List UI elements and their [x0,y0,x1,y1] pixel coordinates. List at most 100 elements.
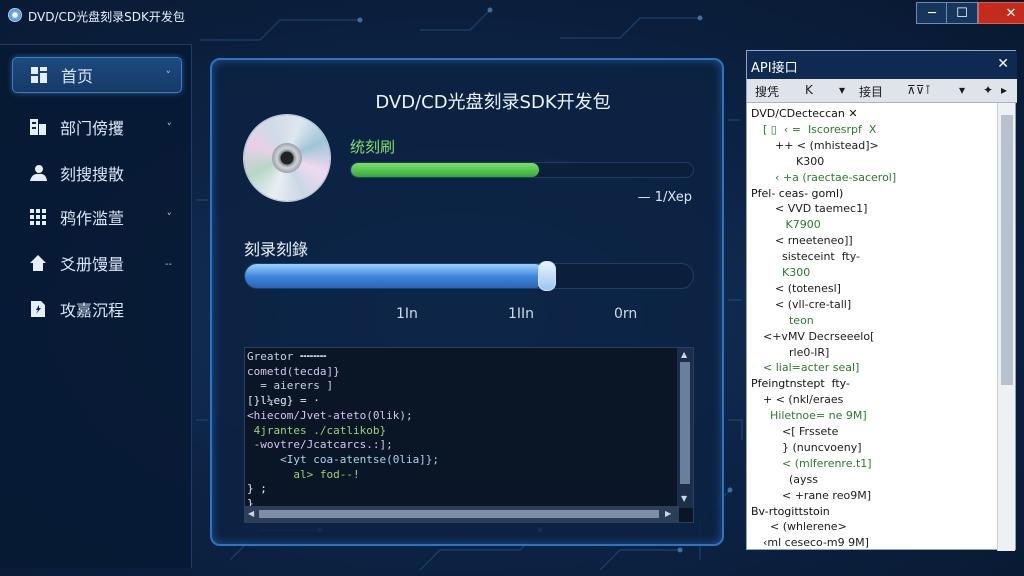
speed-text: — 1/Xep [637,190,692,205]
scroll-left-icon[interactable]: ◀ [248,509,254,518]
disc-icon [244,115,330,201]
tree-node[interactable]: teon [775,314,814,327]
home-icon [28,253,48,273]
document-icon [28,299,48,319]
scroll-right-icon[interactable]: ▶ [665,509,671,518]
scrollbar-thumb[interactable] [259,510,659,518]
tree-node[interactable]: } (nuncvoeny] [775,441,862,454]
api-tree[interactable]: DVD/CDecteccan ✕ [ ▯ ‹ = Iscoresrpf X ++ <… [747,103,999,551]
sidebar-item-search[interactable]: 刻搜搜散 [12,155,182,191]
api-panel-title: API接口 [751,61,798,76]
code-line: } ; [247,482,267,496]
burn-progress-fill [351,163,540,177]
code-line: = aierers ] [247,379,334,393]
tree-node[interactable]: < rneeteneo]] [775,234,853,247]
tree-node[interactable]: Pfeingtnstept fty- [751,377,850,390]
sidebar-item-label: 刻搜搜散 [60,165,125,184]
api-scrollbar[interactable] [997,103,1015,551]
sidebar-item-label: 爻册馒量 [60,255,125,274]
api-toolbar: 搜凭 K ▾ 接目 ⊼⊽⊺ ▾ ✦ ▸ [747,79,1017,103]
tree-node[interactable]: <+vMV Decrseeelo[ [763,330,874,343]
code-line: <Iyt coa-atentse(0lia]}; [247,452,440,466]
window-title: DVD/CD光盘刻录SDK开发包 [28,10,185,24]
code-editor[interactable]: Greator ╍╍╍╍ cometd(tecda]} = aierers ][}… [244,347,694,523]
record-label: 刻录刻錄 [244,240,309,259]
users-icon [28,163,48,183]
tree-node[interactable]: K7900 [775,218,820,231]
tree-node[interactable]: < (whlerene> [763,520,847,533]
chevron-down-icon: ˅ [166,210,173,224]
sidebar-item-records[interactable]: 爻册馒量 ˗˗ [12,245,182,281]
code-line: 4jrantes ./catlikob} [247,423,387,437]
tree-node[interactable]: sisteceint fty- [775,250,860,263]
tree-node[interactable]: < +rane reo9M] [775,489,871,502]
tree-node[interactable]: < (totenesl] [775,282,841,295]
pin-icon[interactable]: ✦ [983,83,993,97]
maximize-button[interactable]: ☐ [946,2,978,24]
api-panel-header: API接口 ✕ [747,51,1017,79]
api-panel-close-button[interactable]: ✕ [997,56,1009,72]
panel-title: DVD/CD光盘刻录SDK开发包 [375,92,611,113]
sidebar-item-home[interactable]: 首页 ˅ [12,57,182,93]
tree-node[interactable]: < (mlferenre.t1] [775,457,872,470]
horizontal-scrollbar[interactable]: ◀ ▶ [245,506,679,522]
close-button[interactable]: ✕ [978,2,1024,24]
slider-tick: 1IIn [508,306,535,322]
code-lines: Greator ╍╍╍╍ cometd(tecda]} = aierers ][}… [245,348,679,510]
tree-node[interactable]: K300 [775,155,824,168]
toolbar-glyphs[interactable]: ⊼⊽⊺ [907,83,931,97]
tree-node[interactable]: + < (nkl/eraes [763,393,843,406]
tree-node[interactable]: ++ < (mhistead]> [775,139,879,152]
scroll-down-icon[interactable]: ▼ [681,494,687,503]
sidebar-item-department[interactable]: 部门傍攫 ˅ [12,109,182,145]
tree-node[interactable]: < VVD taemec1] [775,202,867,215]
tree-node[interactable]: DVD/CDecteccan ✕ [751,107,858,120]
vertical-scrollbar[interactable]: ▲ ▼ [677,348,693,508]
tree-node[interactable]: <[ Frssete [775,425,838,438]
scrollbar-thumb[interactable] [680,362,690,484]
tree-node[interactable]: < (vll-cre-tall] [775,298,851,311]
tree-node[interactable]: (ayss [775,473,818,486]
minimize-button[interactable]: ─ [916,2,948,24]
code-line: <hiecom/Jvet-ateto(0lik); [247,408,413,422]
scrollbar-thumb[interactable] [1001,115,1013,385]
folder-icon [28,117,48,137]
search-button[interactable]: 搜凭 [755,83,779,100]
sidebar-item-operations[interactable]: 鸦作滥萱 ˅ [12,199,182,235]
tree-node[interactable]: < lial=acter seal] [763,361,859,374]
tree-node[interactable]: ‹ +a (raectae-sacerol] [775,171,896,184]
title-bar: DVD/CD光盘刻录SDK开发包 ─ ☐ ✕ [0,0,1024,32]
slider-tick: 0rn [614,306,638,322]
api-panel: API接口 ✕ 搜凭 K ▾ 接目 ⊼⊽⊺ ▾ ✦ ▸ DVD/CDectecc… [746,50,1017,551]
chevron-down-icon: ˅ [166,120,173,134]
disc-app-icon [8,8,22,22]
code-line: cometd(tecda]} [247,364,340,378]
expand-icon[interactable]: ▸ [1001,83,1007,97]
tree-node[interactable]: Bv-rtogittstoin [751,505,830,518]
sidebar-item-label: 部门傍攫 [60,119,125,138]
target-button[interactable]: 接目 [859,83,883,100]
code-line: [}l¼eg} = · [247,394,320,408]
sidebar-item-label: 鸦作滥萱 [60,209,125,228]
sidebar-item-label: 首页 [61,67,94,86]
tree-node[interactable]: ‹ml ceseco-m9 9M] [763,536,869,549]
dashboard-icon [29,65,49,85]
burn-progress-bar [350,162,694,178]
dropdown-arrow-icon[interactable]: ▾ [839,83,845,97]
toolbar-k-button[interactable]: K [805,83,813,97]
code-line: -wovtre/Jcatcarcs.:]; [247,438,393,452]
tree-node[interactable]: rle0-lR] [775,346,829,359]
burn-status-label: 统刻刷 [350,138,396,156]
dropdown-arrow-icon[interactable]: ▾ [959,83,965,97]
record-slider-fill [245,264,547,288]
tree-node[interactable]: [ ▯ ‹ = Iscoresrpf X [763,123,876,136]
tree-node[interactable]: K300 [775,266,810,279]
record-slider[interactable] [244,261,694,291]
scroll-up-icon[interactable]: ▲ [681,350,687,359]
record-slider-thumb[interactable] [537,261,556,291]
grid-icon [28,207,48,227]
sidebar-item-process[interactable]: 攻嘉沉程 [12,291,182,327]
tree-node[interactable]: Pfel- ceas- goml) [751,187,843,200]
chevron-down-icon: ˅ [165,68,172,82]
tree-node[interactable]: Hiletnoe= ne 9M] [763,409,867,422]
